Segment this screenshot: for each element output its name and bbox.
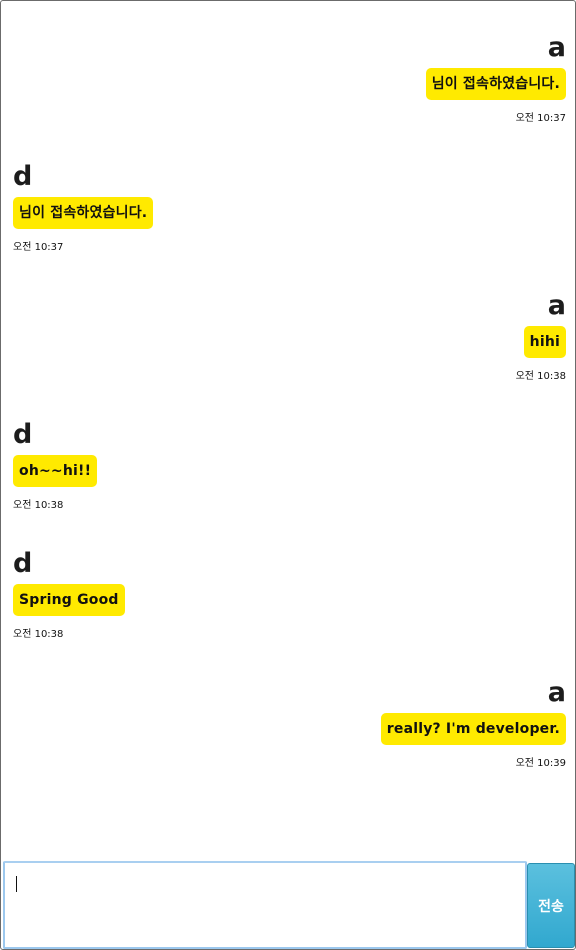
message-bubble: 님이 접속하였습니다. <box>425 68 566 100</box>
sender-name: d <box>13 161 33 192</box>
message-bubble: Spring Good <box>13 584 125 616</box>
text-caret <box>16 876 17 892</box>
message-input[interactable] <box>3 861 527 949</box>
sender-name: a <box>547 32 566 63</box>
message-time: 오전 10:37 <box>13 242 64 253</box>
message-item: d 님이 접속하였습니다. 오전 10:37 <box>13 161 154 254</box>
message-time: 오전 10:38 <box>515 371 566 382</box>
message-item: a 님이 접속하였습니다. 오전 10:37 <box>425 32 566 125</box>
message-item: a hihi 오전 10:38 <box>516 292 566 383</box>
sender-name: a <box>547 677 566 708</box>
message-item: d oh~~hi!! 오전 10:38 <box>13 419 98 512</box>
message-time: 오전 10:39 <box>515 758 566 769</box>
message-time: 오전 10:38 <box>13 500 64 511</box>
message-item: a really? I'm developer. 오전 10:39 <box>380 677 566 770</box>
send-button[interactable]: 전송 <box>527 863 575 948</box>
message-composer: 전송 <box>2 860 576 950</box>
message-bubble: really? I'm developer. <box>380 713 566 745</box>
message-bubble: oh~~hi!! <box>13 455 98 487</box>
sender-name: d <box>13 548 33 579</box>
sender-name: a <box>547 290 566 321</box>
message-bubble: 님이 접속하였습니다. <box>13 197 154 229</box>
message-bubble: hihi <box>523 326 566 358</box>
message-item: d Spring Good 오전 10:38 <box>13 550 125 641</box>
chat-window: a 님이 접속하였습니다. 오전 10:37 d 님이 접속하였습니다. 오전 … <box>0 0 576 950</box>
message-time: 오전 10:38 <box>13 629 64 640</box>
sender-name: d <box>13 419 33 450</box>
message-time: 오전 10:37 <box>515 113 566 124</box>
message-list[interactable]: a 님이 접속하였습니다. 오전 10:37 d 님이 접속하였습니다. 오전 … <box>2 2 576 860</box>
